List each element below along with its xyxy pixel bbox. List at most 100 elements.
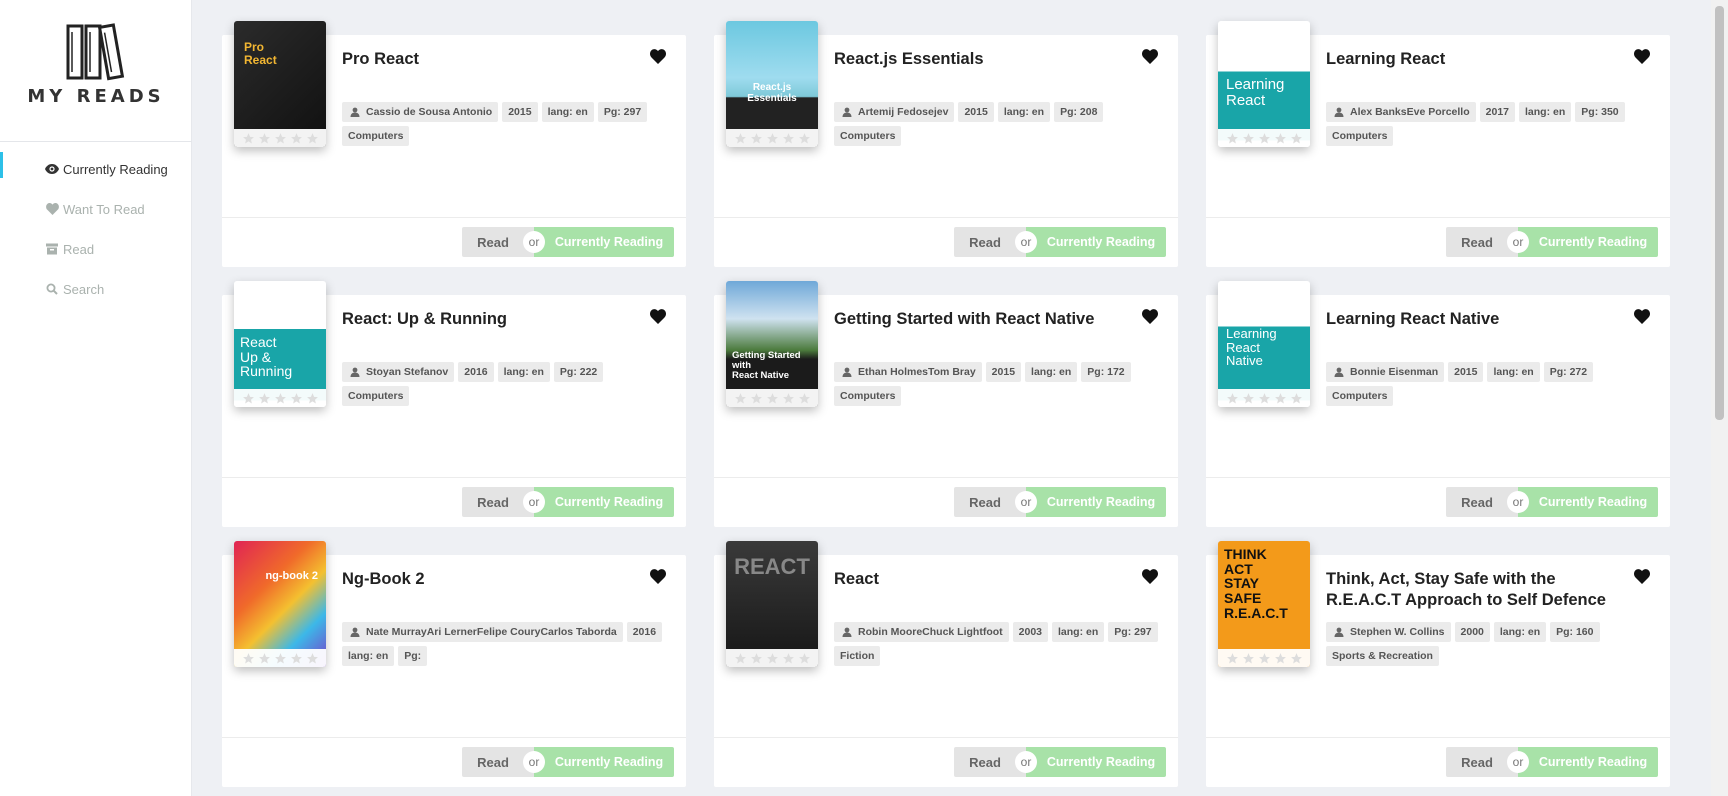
book-title[interactable]: Learning React Native [1326, 309, 1626, 330]
heart-icon[interactable] [1634, 309, 1650, 324]
book-card: React.js Essentials React.js Essentials … [714, 21, 1178, 267]
book-title[interactable]: Pro React [342, 49, 642, 70]
cover-text: React [1226, 91, 1266, 109]
currently-reading-button[interactable]: Currently Reading [1026, 747, 1166, 777]
book-meta-tag: lang: en [1519, 102, 1572, 122]
book-title[interactable]: React [834, 569, 1134, 590]
book-meta-tag: Bonnie Eisenman [1326, 362, 1445, 382]
book-title[interactable]: React: Up & Running [342, 309, 642, 330]
heart-icon[interactable] [1634, 49, 1650, 64]
book-meta-tag: Pg: 350 [1575, 102, 1625, 122]
book-meta-tag: lang: en [997, 102, 1051, 122]
tag-label: Pg: 208 [1060, 106, 1098, 118]
book-cover[interactable]: ng-book 2 [234, 541, 326, 667]
cover-text: Learning [1226, 76, 1285, 93]
book-cover[interactable]: Getting Started with React Native [726, 281, 818, 407]
star-rating[interactable] [234, 389, 326, 407]
or-separator: or [1507, 231, 1529, 253]
book-meta-tag: Pg: 222 [553, 362, 604, 382]
currently-reading-button[interactable]: Currently Reading [1026, 227, 1166, 257]
book-title[interactable]: Ng-Book 2 [342, 569, 642, 590]
scrollbar-thumb[interactable] [1715, 6, 1724, 420]
book-meta-tag: 2015 [502, 102, 538, 122]
user-icon [842, 367, 852, 377]
book-meta-tag: Ethan HolmesTom Bray [834, 362, 982, 382]
sidebar-item-want-to-read[interactable]: Want To Read [0, 189, 192, 229]
star-rating[interactable] [234, 649, 326, 667]
cover-text: React Native [732, 369, 790, 381]
tag-label: 2017 [1485, 106, 1510, 118]
currently-reading-button[interactable]: Currently Reading [534, 747, 674, 777]
tag-label: Stoyan Stefanov [366, 366, 449, 378]
sidebar-nav: Currently Reading Want To Read Read Sear… [0, 152, 192, 325]
star-rating[interactable] [234, 129, 326, 147]
book-cover[interactable]: Learning React Native [1218, 281, 1310, 407]
currently-reading-button[interactable]: Currently Reading [1518, 487, 1658, 517]
book-meta-tag: Computers [342, 126, 410, 146]
star-rating[interactable] [1218, 129, 1310, 147]
book-meta: Alex BanksEve Porcello 2017 lang: en Pg: 35… [1326, 102, 1656, 146]
cover-text: ng-book 2 [265, 570, 318, 582]
tag-label: 2016 [632, 626, 657, 638]
book-meta-tag: Stoyan Stefanov [342, 362, 455, 382]
heart-icon[interactable] [1634, 569, 1650, 584]
tag-label: Fiction [840, 650, 875, 662]
book-title[interactable]: Learning React [1326, 49, 1626, 70]
star-rating[interactable] [1218, 389, 1310, 407]
user-icon [1334, 627, 1344, 637]
or-separator: or [1507, 751, 1529, 773]
tag-label: Sports & Recreation [1332, 650, 1433, 662]
star-rating[interactable] [726, 129, 818, 147]
tag-label: lang: en [348, 650, 389, 662]
book-title[interactable]: Think, Act, Stay Safe with the R.E.A.C.T… [1326, 569, 1626, 611]
cover-text: STAY [1224, 575, 1260, 592]
heart-icon[interactable] [650, 49, 666, 64]
vertical-scrollbar[interactable] [1711, 0, 1728, 796]
book-title[interactable]: Getting Started with React Native [834, 309, 1134, 330]
sidebar: MY READS Currently Reading Want To Read … [0, 0, 192, 796]
currently-reading-button[interactable]: Currently Reading [534, 227, 674, 257]
heart-icon[interactable] [650, 569, 666, 584]
book-meta-tag: Alex BanksEve Porcello [1326, 102, 1476, 122]
heart-icon[interactable] [650, 309, 666, 324]
book-meta-tag: Cassio de Sousa Antonio [342, 102, 499, 122]
cover-text: React.js Essentials [747, 82, 797, 104]
book-title[interactable]: React.js Essentials [834, 49, 1134, 70]
heart-icon[interactable] [1142, 309, 1158, 324]
currently-reading-button[interactable]: Currently Reading [1518, 747, 1658, 777]
tag-label: 2016 [464, 366, 488, 378]
book-cover[interactable]: React.js Essentials [726, 21, 818, 147]
user-icon [350, 367, 360, 377]
tag-label: lang: en [1493, 366, 1534, 378]
currently-reading-button[interactable]: Currently Reading [534, 487, 674, 517]
star-rating[interactable] [726, 389, 818, 407]
book-cover[interactable]: THINK ACT STAY SAFE R.E.A.C.T [1218, 541, 1310, 667]
tag-label: Pg: 160 [1556, 626, 1594, 638]
sidebar-item-currently-reading[interactable]: Currently Reading [0, 149, 192, 189]
book-meta-tag: 2016 [626, 622, 663, 642]
book-meta-tag: Computers [342, 386, 410, 406]
book-cover[interactable]: React Up & Running [234, 281, 326, 407]
book-meta-tag: lang: en [1052, 622, 1105, 642]
book-meta-tag: lang: en [1025, 362, 1078, 382]
book-cover[interactable]: REACT [726, 541, 818, 667]
star-rating[interactable] [1218, 649, 1310, 667]
star-rating[interactable] [726, 649, 818, 667]
sidebar-item-label: Currently Reading [63, 161, 168, 177]
currently-reading-button[interactable]: Currently Reading [1518, 227, 1658, 257]
cover-text: Pro [244, 40, 265, 54]
book-card: REACT React Robin MooreChuck Lightfoot 20… [714, 541, 1178, 787]
book-cover[interactable]: Learning React [1218, 21, 1310, 147]
or-separator: or [1015, 751, 1037, 773]
tag-label: Computers [348, 390, 404, 402]
heart-icon[interactable] [1142, 569, 1158, 584]
currently-reading-button[interactable]: Currently Reading [1026, 487, 1166, 517]
user-icon [1334, 367, 1344, 377]
sidebar-item-search[interactable]: Search [0, 269, 192, 309]
user-icon [350, 107, 360, 117]
heart-icon[interactable] [1142, 49, 1158, 64]
book-cover[interactable]: Pro React [234, 21, 326, 147]
tag-label: 2000 [1460, 626, 1484, 638]
app-logo[interactable]: MY READS [0, 22, 192, 107]
sidebar-item-read[interactable]: Read [0, 229, 192, 269]
